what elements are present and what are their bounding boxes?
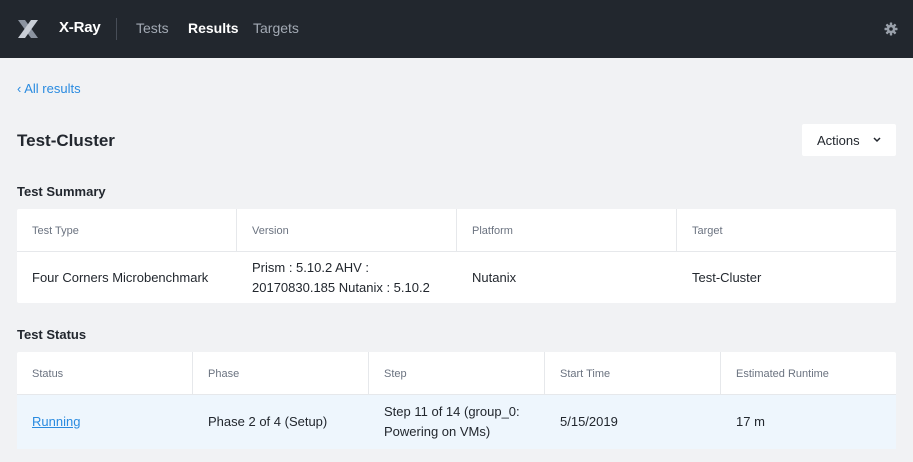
column-header-start-time: Start Time	[560, 368, 611, 380]
cell-version-line2: 20170830.185 Nutanix : 5.10.2	[252, 280, 430, 295]
page-title: Test-Cluster	[17, 131, 115, 150]
actions-dropdown-button[interactable]: Actions	[802, 124, 896, 156]
top-navigation-bar: X-Ray Tests Results Targets	[0, 0, 913, 58]
column-header-status: Status	[32, 368, 64, 380]
column-header-estimated-runtime: Estimated Runtime	[736, 368, 829, 380]
cell-test-type: Four Corners Microbenchmark	[32, 270, 209, 285]
cell-platform: Nutanix	[472, 270, 517, 285]
cell-step: Step 11 of 14 (group_0: Powering on VMs)	[369, 402, 545, 442]
cell-step-line1: Step 11 of 14 (group_0:	[384, 404, 520, 419]
gear-icon[interactable]	[884, 22, 898, 36]
cell-estimated-runtime: 17 m	[736, 414, 765, 429]
column-header-target: Target	[692, 225, 723, 237]
cell-version: Prism : 5.10.2 AHV : 20170830.185 Nutani…	[237, 258, 457, 298]
table-header-row: Status Phase Step Start Time Estimated R…	[17, 352, 896, 395]
test-status-heading: Test Status	[17, 327, 87, 342]
cell-phase: Phase 2 of 4 (Setup)	[208, 414, 328, 429]
all-results-link[interactable]: ‹ All results	[17, 81, 81, 96]
nav-divider	[116, 18, 117, 40]
cell-start-time: 5/15/2019	[560, 414, 618, 429]
test-summary-heading: Test Summary	[17, 184, 106, 199]
cell-status: Running	[17, 412, 193, 432]
table-header-row: Test Type Version Platform Target	[17, 209, 896, 252]
running-status-link[interactable]: Running	[32, 414, 80, 429]
cell-version-line1: Prism : 5.10.2 AHV :	[252, 260, 370, 275]
column-header-step: Step	[384, 368, 407, 380]
nav-tab-tests[interactable]: Tests	[136, 20, 169, 36]
x-logo-icon[interactable]	[16, 17, 40, 41]
column-header-test-type: Test Type	[32, 225, 79, 237]
test-summary-table: Test Type Version Platform Target Four C…	[17, 209, 896, 303]
table-row: Running Phase 2 of 4 (Setup) Step 11 of …	[17, 395, 896, 449]
nav-tab-results[interactable]: Results	[188, 20, 239, 36]
app-brand[interactable]: X-Ray	[59, 19, 101, 36]
actions-label: Actions	[817, 133, 860, 148]
nav-tab-targets[interactable]: Targets	[253, 20, 299, 36]
cell-target: Test-Cluster	[692, 270, 762, 285]
cell-step-line2: Powering on VMs)	[384, 424, 491, 439]
column-header-platform: Platform	[472, 225, 513, 237]
column-header-version: Version	[252, 225, 289, 237]
test-status-table: Status Phase Step Start Time Estimated R…	[17, 352, 896, 449]
column-header-phase: Phase	[208, 368, 240, 380]
chevron-down-icon	[873, 137, 881, 143]
